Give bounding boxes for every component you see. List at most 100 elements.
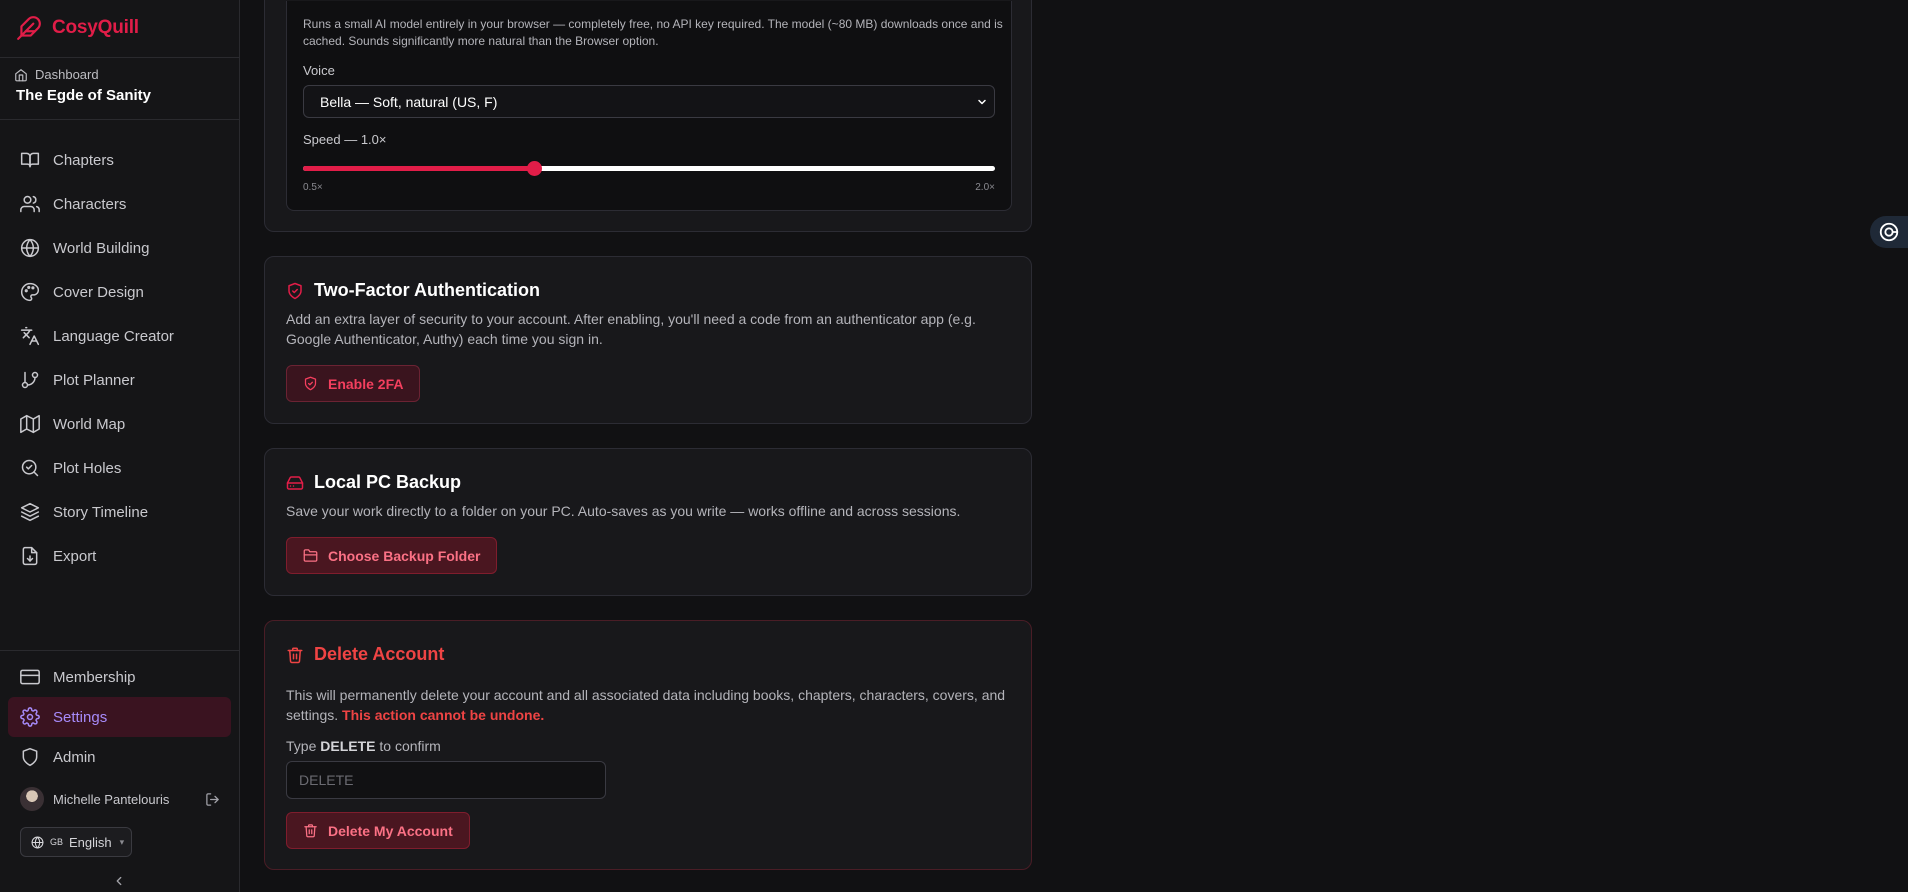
sidebar-item-plot-planner[interactable]: Plot Planner <box>8 358 231 402</box>
delete-account-heading: Delete Account <box>286 644 444 665</box>
sidebar-item-world-building[interactable]: World Building <box>8 226 231 270</box>
speed-label: Speed — 1.0× <box>303 132 387 147</box>
voice-select[interactable]: Bella — Soft, natural (US, F) <box>303 85 995 118</box>
sidebar-item-language-creator[interactable]: Language Creator <box>8 314 231 358</box>
logout-icon[interactable] <box>205 792 220 807</box>
sidebar-item-label: Cover Design <box>53 283 144 301</box>
sidebar-item-label: World Map <box>53 415 126 433</box>
floating-assistant-button[interactable] <box>1870 216 1908 248</box>
breadcrumb[interactable]: Dashboard <box>14 67 99 82</box>
home-icon <box>14 68 28 82</box>
sidebar-item-label: Export <box>53 547 97 565</box>
confirm-word: DELETE <box>320 738 376 754</box>
languages-icon <box>20 326 40 346</box>
sidebar-item-membership[interactable]: Membership <box>8 657 231 697</box>
sidebar-item-label: World Building <box>53 239 150 257</box>
local-backup-title: Local PC Backup <box>314 472 462 492</box>
two-factor-title: Two-Factor Authentication <box>314 280 540 300</box>
delete-my-account-button[interactable]: Delete My Account <box>286 812 470 849</box>
assistant-icon <box>1878 221 1900 243</box>
sidebar-item-label: Plot Planner <box>53 371 135 389</box>
collapse-sidebar-button[interactable] <box>112 874 126 888</box>
speed-slider[interactable] <box>303 161 995 176</box>
project-title: The Egde of Sanity <box>16 87 152 104</box>
two-factor-heading: Two-Factor Authentication <box>286 280 540 301</box>
globe-icon <box>31 836 44 849</box>
enable-2fa-label: Enable 2FA <box>328 375 404 392</box>
sidebar-item-label: Story Timeline <box>53 503 149 521</box>
shield-check-icon <box>286 282 304 300</box>
folder-open-icon <box>303 548 318 563</box>
divider <box>0 119 239 120</box>
language-label: English <box>69 834 112 850</box>
sidebar-item-label: Language Creator <box>53 327 174 345</box>
sidebar-item-characters[interactable]: Characters <box>8 182 231 226</box>
sidebar-item-export[interactable]: Export <box>8 534 231 578</box>
voice-label: Voice <box>303 63 335 78</box>
delete-my-account-label: Delete My Account <box>328 822 453 839</box>
globe-icon <box>20 238 40 258</box>
choose-backup-folder-button[interactable]: Choose Backup Folder <box>286 537 498 574</box>
confirm-suffix: to confirm <box>379 738 441 754</box>
delete-account-warning: This action cannot be undone. <box>342 707 545 723</box>
brand[interactable]: CosyQuill <box>16 14 139 42</box>
sidebar-item-label: Plot Holes <box>53 459 122 477</box>
sidebar-item-settings[interactable]: Settings <box>8 697 231 737</box>
two-factor-description: Add an extra layer of security to your a… <box>286 311 976 347</box>
speed-slider-fill <box>303 166 534 171</box>
ai-voice-panel: Runs a small AI model entirely in your b… <box>286 1 1012 211</box>
delete-account-description: This will permanently delete your accoun… <box>286 685 1011 725</box>
local-backup-description: Save your work directly to a folder on y… <box>286 503 961 519</box>
breadcrumb-label: Dashboard <box>35 67 99 82</box>
book-open-icon <box>20 150 40 170</box>
language-code: GB <box>50 837 64 847</box>
feather-icon <box>16 15 42 41</box>
palette-icon <box>20 282 40 302</box>
avatar <box>20 787 44 811</box>
file-download-icon <box>20 546 40 566</box>
user-profile[interactable]: Michelle Pantelouris <box>20 786 220 812</box>
git-branch-icon <box>20 370 40 390</box>
chevron-left-icon <box>112 874 126 888</box>
delete-account-title: Delete Account <box>314 644 445 664</box>
sidebar-item-label: Chapters <box>53 151 114 169</box>
search-check-icon <box>20 458 40 478</box>
main-nav: Chapters Characters World Building Cover… <box>8 138 231 578</box>
brand-name: CosyQuill <box>52 17 139 38</box>
trash-icon <box>286 646 304 664</box>
speed-max-label: 2.0× <box>975 182 995 193</box>
sidebar-item-story-timeline[interactable]: Story Timeline <box>8 490 231 534</box>
two-factor-card: Two-Factor Authentication Add an extra l… <box>264 256 1032 424</box>
sidebar-item-label: Settings <box>53 708 108 726</box>
user-name: Michelle Pantelouris <box>53 791 170 807</box>
users-icon <box>20 194 40 214</box>
shield-check-icon <box>303 376 318 391</box>
sidebar-item-cover-design[interactable]: Cover Design <box>8 270 231 314</box>
local-backup-card: Local PC Backup Save your work directly … <box>264 448 1032 596</box>
sidebar-item-chapters[interactable]: Chapters <box>8 138 231 182</box>
shield-icon <box>20 747 40 767</box>
sidebar-item-world-map[interactable]: World Map <box>8 402 231 446</box>
sidebar-item-label: Membership <box>53 668 136 686</box>
delete-confirm-input[interactable] <box>286 761 606 799</box>
chevron-down-icon <box>976 96 988 108</box>
credit-card-icon <box>20 667 40 687</box>
speed-slider-thumb[interactable] <box>526 161 542 176</box>
chevron-down-icon: ▾ <box>119 836 125 847</box>
divider <box>0 57 239 58</box>
language-selector[interactable]: GB English ▾ <box>20 827 132 857</box>
divider <box>0 650 239 651</box>
map-icon <box>20 414 40 434</box>
sidebar-item-admin[interactable]: Admin <box>8 737 231 777</box>
sidebar-item-label: Characters <box>53 195 127 213</box>
hard-drive-icon <box>286 474 304 492</box>
choose-backup-folder-label: Choose Backup Folder <box>328 547 481 564</box>
enable-2fa-button[interactable]: Enable 2FA <box>286 365 421 402</box>
confirm-prefix: Type <box>286 738 317 754</box>
account-nav: Membership Settings Admin <box>8 657 231 777</box>
sidebar: CosyQuill Dashboard The Egde of Sanity C… <box>0 0 240 892</box>
local-backup-heading: Local PC Backup <box>286 472 461 493</box>
sidebar-item-label: Admin <box>53 748 96 766</box>
sidebar-item-plot-holes[interactable]: Plot Holes <box>8 446 231 490</box>
delete-account-card: Delete Account This will permanently del… <box>264 620 1032 870</box>
